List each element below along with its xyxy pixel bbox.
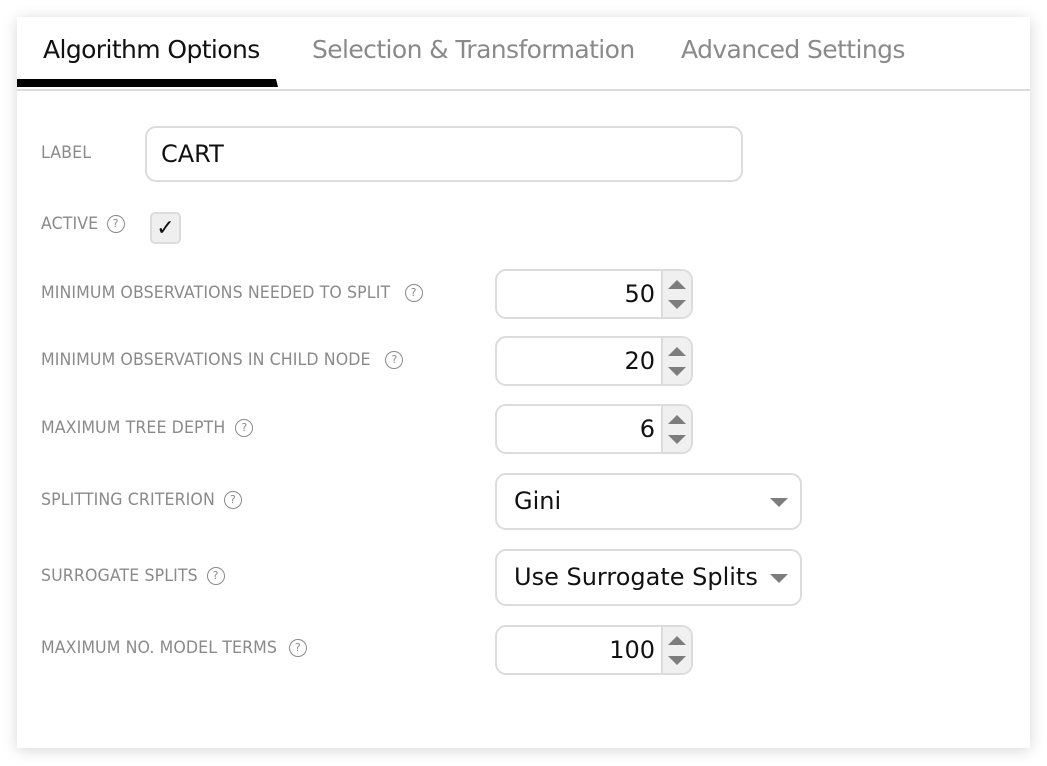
active-row: ACTIVE ? [41,214,125,234]
chevron-down-icon [770,574,788,583]
min-obs-child-row: MINIMUM OBSERVATIONS IN CHILD NODE ? [41,350,404,370]
decrement-icon[interactable] [668,655,686,665]
stepper-buttons [661,271,691,317]
splitting-criterion-caption: SPLITTING CRITERION [41,490,215,510]
min-obs-split-caption: MINIMUM OBSERVATIONS NEEDED TO SPLIT [41,283,391,303]
label-caption: LABEL [41,143,92,163]
max-model-terms-stepper[interactable]: 100 [495,625,693,675]
splitting-criterion-value: Gini [514,487,562,515]
increment-icon[interactable] [668,635,686,645]
stepper-buttons [661,338,691,384]
chevron-down-icon [770,498,788,507]
increment-icon[interactable] [668,279,686,289]
decrement-icon[interactable] [668,366,686,376]
help-icon[interactable]: ? [223,491,242,509]
stepper-buttons [661,406,691,452]
help-icon[interactable]: ? [385,351,404,369]
surrogate-splits-value: Use Surrogate Splits [514,563,758,591]
help-icon[interactable]: ? [106,215,125,233]
label-input[interactable]: CART [145,126,743,182]
increment-icon[interactable] [668,346,686,356]
max-model-terms-row: MAXIMUM NO. MODEL TERMS ? [41,638,307,658]
decrement-icon[interactable] [668,299,686,309]
tab-bar: Algorithm Options Selection & Transforma… [17,17,1030,91]
min-obs-child-input[interactable]: 20 [497,338,661,384]
min-obs-child-caption: MINIMUM OBSERVATIONS IN CHILD NODE [41,350,371,370]
surrogate-splits-row: SURROGATE SPLITS ? [41,566,225,586]
surrogate-splits-select[interactable]: Use Surrogate Splits [495,549,802,606]
max-tree-depth-stepper[interactable]: 6 [495,404,693,454]
splitting-criterion-row: SPLITTING CRITERION ? [41,490,242,510]
min-obs-split-row: MINIMUM OBSERVATIONS NEEDED TO SPLIT ? [41,283,423,303]
decrement-icon[interactable] [668,434,686,444]
tab-advanced-settings[interactable]: Advanced Settings [681,17,905,89]
stepper-buttons [661,627,691,673]
help-icon[interactable]: ? [404,284,423,302]
active-caption: ACTIVE [41,214,99,234]
max-model-terms-caption: MAXIMUM NO. MODEL TERMS [41,638,278,658]
max-tree-depth-row: MAXIMUM TREE DEPTH ? [41,418,254,438]
active-checkbox[interactable]: ✓ [150,212,181,244]
surrogate-splits-caption: SURROGATE SPLITS [41,566,198,586]
splitting-criterion-select[interactable]: Gini [495,473,802,530]
tab-algorithm-options[interactable]: Algorithm Options [43,17,260,89]
help-icon[interactable]: ? [206,567,225,585]
help-icon[interactable]: ? [288,639,307,657]
min-obs-split-input[interactable]: 50 [497,271,661,317]
max-model-terms-input[interactable]: 100 [497,627,661,673]
increment-icon[interactable] [668,414,686,424]
min-obs-split-stepper[interactable]: 50 [495,269,693,319]
checkmark-icon: ✓ [156,215,175,240]
tab-selection-transformation[interactable]: Selection & Transformation [312,17,635,89]
active-tab-indicator [17,79,278,87]
min-obs-child-stepper[interactable]: 20 [495,336,693,386]
max-tree-depth-input[interactable]: 6 [497,406,661,452]
max-tree-depth-caption: MAXIMUM TREE DEPTH [41,418,226,438]
label-row: LABEL [41,143,95,163]
algorithm-options-panel: Algorithm Options Selection & Transforma… [17,17,1030,748]
help-icon[interactable]: ? [235,419,254,437]
